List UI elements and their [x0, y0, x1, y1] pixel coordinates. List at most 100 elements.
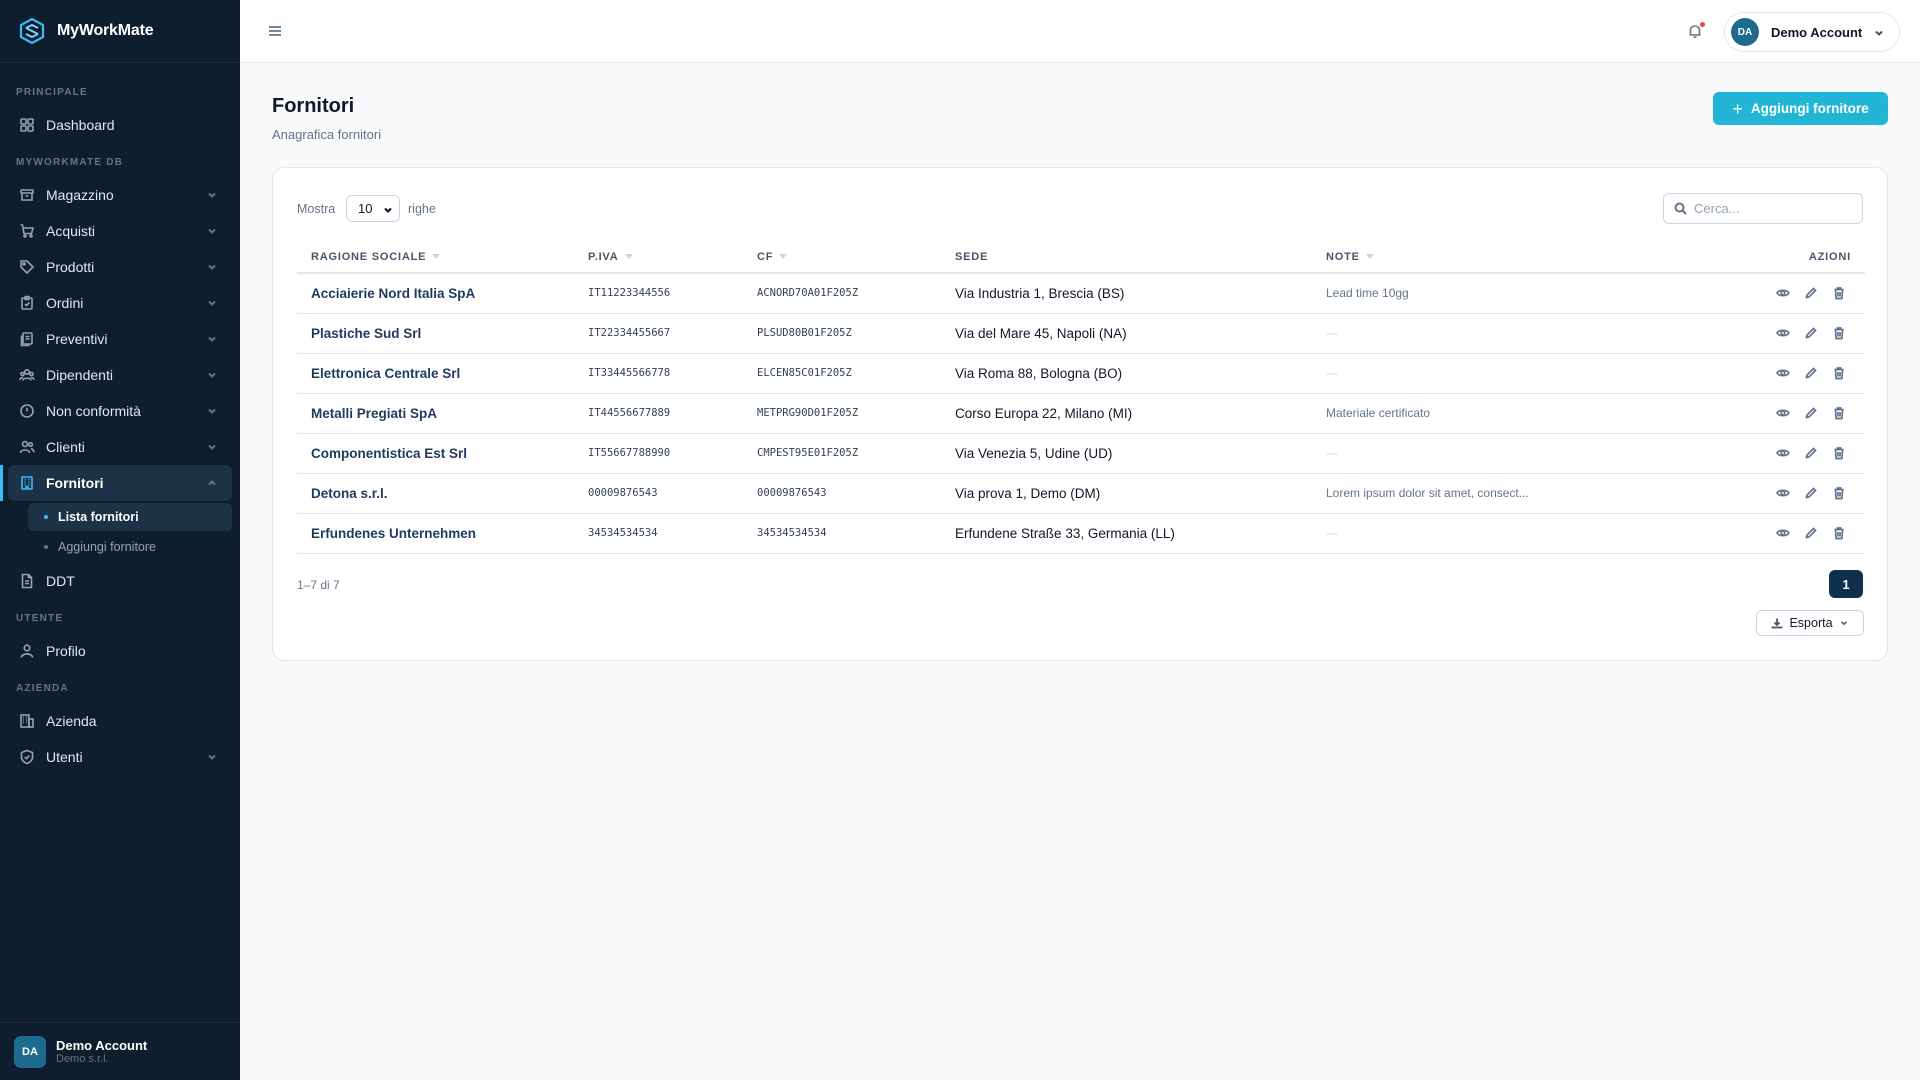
search-field[interactable]	[1663, 193, 1863, 224]
sidebar-subitem-aggiungi-fornitore[interactable]: Aggiungi fornitore	[28, 533, 232, 561]
supplier-sede: Via Industria 1, Brescia (BS)	[955, 285, 1125, 301]
column-header-ragione-sociale[interactable]: RAGIONE SOCIALE	[297, 241, 588, 273]
sidebar-account[interactable]: DA Demo Account Demo s.r.l.	[0, 1022, 240, 1080]
section-label-utente: UTENTE	[16, 613, 64, 624]
sidebar-item-clienti[interactable]: Clienti	[8, 429, 232, 465]
table-row[interactable]: Acciaierie Nord Italia SpA IT11223344556 A…	[297, 273, 1865, 313]
add-supplier-button[interactable]: + Aggiungi fornitore	[1713, 92, 1888, 125]
trash-icon[interactable]	[1831, 285, 1847, 301]
table-row[interactable]: Plastiche Sud Srl IT22334455667 PLSUD80B01…	[297, 313, 1865, 353]
account-menu-button[interactable]: DA Demo Account	[1724, 12, 1900, 52]
sidebar-item-ddt[interactable]: DDT	[8, 563, 232, 599]
supplier-cf: 00009876543	[757, 487, 827, 499]
supplier-cf: ELCEN85C01F205Z	[757, 367, 852, 379]
sidebar-item-label: Clienti	[46, 439, 85, 455]
sidebar: MyWorkMate PRINCIPALE Dashboard MYWORKMA…	[0, 0, 240, 1080]
pagination-info: 1–7 di 7	[297, 578, 340, 592]
table-row[interactable]: Erfundenes Unternehmen 34534534534 3453453…	[297, 513, 1865, 553]
edit-icon[interactable]	[1803, 405, 1819, 421]
column-header-label: AZIONI	[1808, 250, 1851, 263]
sidebar-item-label: Acquisti	[46, 223, 96, 239]
sidebar-item-profilo[interactable]: Profilo	[8, 633, 232, 669]
edit-icon[interactable]	[1803, 525, 1819, 541]
dashboard-icon	[18, 116, 36, 134]
sidebar-item-label: Magazzino	[46, 187, 114, 203]
trash-icon[interactable]	[1831, 325, 1847, 341]
row-actions-group	[1669, 285, 1865, 301]
row-actions-group	[1669, 485, 1865, 501]
trash-icon[interactable]	[1831, 445, 1847, 461]
sidebar-item-dipendenti[interactable]: Dipendenti	[8, 357, 232, 393]
row-actions	[1669, 473, 1865, 513]
column-header-piva[interactable]: P.IVA	[588, 241, 757, 273]
edit-icon[interactable]	[1803, 325, 1819, 341]
avatar: DA	[14, 1035, 46, 1068]
account-name: Demo Account	[1771, 24, 1863, 40]
view-icon[interactable]	[1775, 405, 1791, 421]
sidebar-item-magazzino[interactable]: Magazzino	[8, 177, 232, 213]
sidebar-item-non-conformita[interactable]: Non conformità	[8, 393, 232, 429]
row-actions	[1669, 433, 1865, 473]
sidebar-item-fornitori[interactable]: Fornitori	[0, 465, 232, 501]
chevron-down-icon	[206, 188, 218, 200]
supplier-cf: 34534534534	[757, 527, 827, 539]
rows-per-page-select[interactable]: 10	[346, 195, 400, 222]
view-icon[interactable]	[1775, 525, 1791, 541]
search-icon	[1674, 202, 1687, 215]
brand[interactable]: MyWorkMate	[0, 0, 240, 63]
supplier-name[interactable]: Acciaierie Nord Italia SpA	[297, 273, 588, 313]
trash-icon[interactable]	[1831, 365, 1847, 381]
trash-icon[interactable]	[1831, 485, 1847, 501]
supplier-name[interactable]: Elettronica Centrale Srl	[297, 353, 588, 393]
sidebar-item-azienda[interactable]: Azienda	[8, 703, 232, 739]
table-row[interactable]: Detona s.r.l. 00009876543 00009876543 Via p…	[297, 473, 1865, 513]
column-header-cf[interactable]: CF	[757, 241, 955, 273]
building-icon	[18, 474, 36, 492]
supplier-note: Materiale certificato	[1326, 406, 1431, 420]
table-row[interactable]: Elettronica Centrale Srl IT33445566778 ELC…	[297, 353, 1865, 393]
row-actions	[1669, 513, 1865, 553]
supplier-name[interactable]: Metalli Pregiati SpA	[297, 393, 588, 433]
download-icon	[1772, 618, 1783, 629]
export-button[interactable]: Esporta	[1756, 610, 1864, 636]
edit-icon[interactable]	[1803, 285, 1819, 301]
chevron-down-icon	[206, 404, 218, 416]
view-icon[interactable]	[1775, 445, 1791, 461]
row-actions-group	[1669, 325, 1865, 341]
sidebar-item-preventivi[interactable]: Preventivi	[8, 321, 232, 357]
view-icon[interactable]	[1775, 285, 1791, 301]
view-icon[interactable]	[1775, 365, 1791, 381]
edit-icon[interactable]	[1803, 365, 1819, 381]
supplier-name[interactable]: Detona s.r.l.	[297, 473, 588, 513]
supplier-piva: IT44556677889	[588, 407, 671, 419]
page-button-current[interactable]: 1	[1829, 570, 1863, 598]
app-name: MyWorkMate	[57, 22, 154, 39]
view-icon[interactable]	[1775, 325, 1791, 341]
sidebar-item-label: Prodotti	[46, 259, 95, 275]
menu-toggle-icon[interactable]	[266, 22, 284, 40]
chevron-down-icon	[206, 332, 218, 344]
supplier-sede: Via Roma 88, Bologna (BO)	[955, 365, 1123, 381]
column-header-label: P.IVA	[588, 250, 619, 263]
supplier-name[interactable]: Plastiche Sud Srl	[297, 313, 588, 353]
supplier-cf: METPRG90D01F205Z	[757, 407, 859, 419]
sidebar-item-utenti[interactable]: Utenti	[8, 739, 232, 775]
chevron-down-icon	[206, 368, 218, 380]
supplier-name[interactable]: Componentistica Est Srl	[297, 433, 588, 473]
sidebar-item-acquisti[interactable]: Acquisti	[8, 213, 232, 249]
view-icon[interactable]	[1775, 485, 1791, 501]
table-row[interactable]: Metalli Pregiati SpA IT44556677889 METPRG9…	[297, 393, 1865, 433]
sidebar-item-dashboard[interactable]: Dashboard	[8, 107, 232, 143]
supplier-name[interactable]: Erfundenes Unternehmen	[297, 513, 588, 553]
column-header-note[interactable]: NOTE	[1326, 241, 1669, 273]
trash-icon[interactable]	[1831, 405, 1847, 421]
add-supplier-label: Aggiungi fornitore	[1750, 101, 1869, 116]
search-input[interactable]	[1694, 201, 1844, 216]
edit-icon[interactable]	[1803, 485, 1819, 501]
sidebar-item-ordini[interactable]: Ordini	[8, 285, 232, 321]
trash-icon[interactable]	[1831, 525, 1847, 541]
table-row[interactable]: Componentistica Est Srl IT55667788990 CMPE…	[297, 433, 1865, 473]
sidebar-item-prodotti[interactable]: Prodotti	[8, 249, 232, 285]
sidebar-subitem-lista-fornitori[interactable]: Lista fornitori	[28, 503, 232, 531]
edit-icon[interactable]	[1803, 445, 1819, 461]
